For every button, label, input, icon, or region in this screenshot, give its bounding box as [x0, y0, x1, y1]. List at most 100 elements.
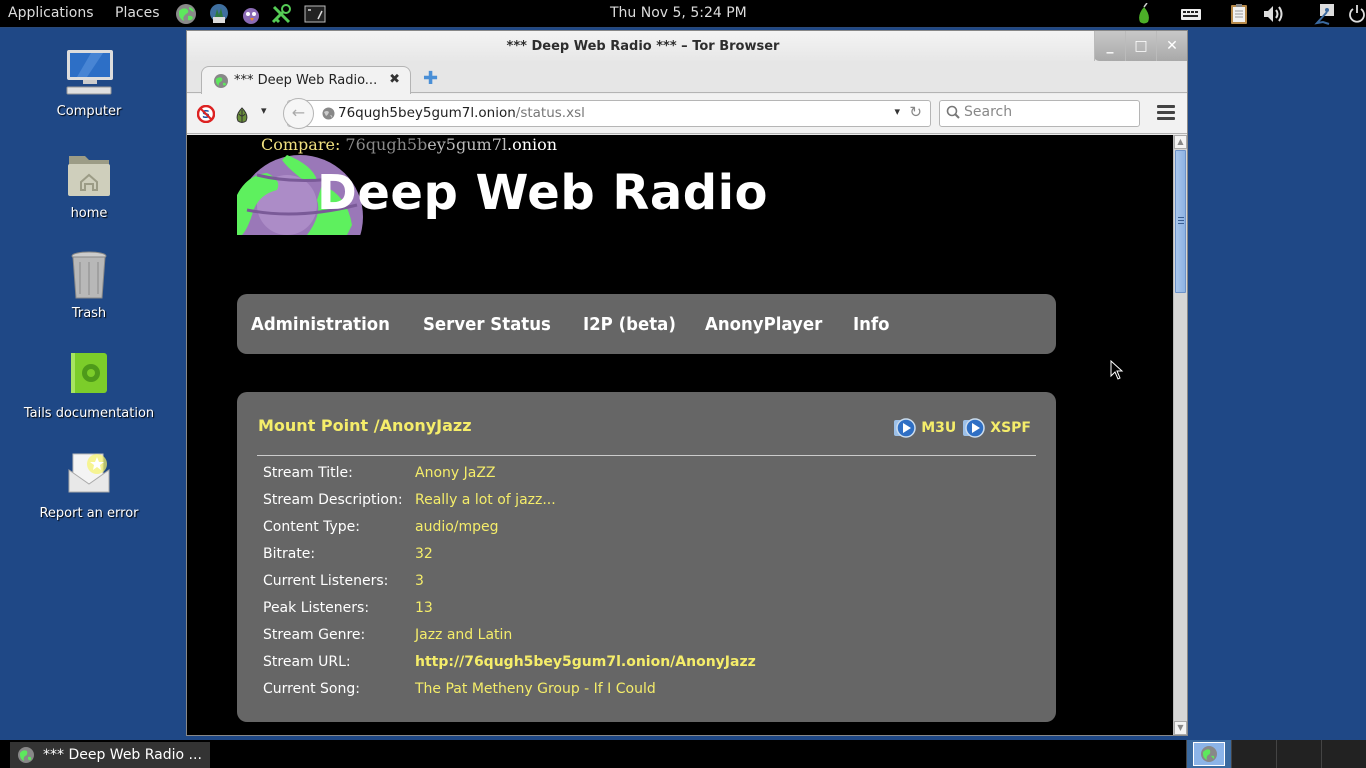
stat-key: Peak Listeners: — [263, 600, 370, 616]
nav-administration[interactable]: Administration — [251, 314, 390, 335]
navigation-toolbar: S ▾ ← 76qugh5bey5gum7l.onion/status.xsl … — [187, 94, 1187, 134]
stat-row-stream-title: Stream Title: Anony JaZZ — [263, 465, 756, 492]
url-host: 76qugh5bey5gum7l.onion — [338, 105, 516, 121]
workspace-3[interactable] — [1276, 740, 1321, 768]
tor-dropdown-icon[interactable]: ▾ — [261, 104, 267, 117]
tor-browser-icon — [1201, 746, 1217, 762]
nav-server-status[interactable]: Server Status — [423, 314, 551, 335]
desktop-icon-report-error[interactable]: Report an error — [0, 450, 178, 521]
stream-url-link[interactable]: http://76qugh5bey5gum7l.onion/AnonyJazz — [415, 654, 756, 681]
applications-menu[interactable]: Applications — [8, 0, 94, 27]
m3u-label: M3U — [921, 420, 957, 436]
url-bar[interactable]: 76qugh5bey5gum7l.onion/status.xsl ▾ ↻ — [287, 100, 931, 127]
stat-key: Content Type: — [263, 519, 361, 535]
terminal-icon[interactable] — [304, 3, 326, 25]
mount-point-title: Mount Point /AnonyJazz — [258, 416, 472, 435]
vertical-scrollbar[interactable]: ▲ ▼ — [1173, 135, 1187, 735]
title-bar[interactable]: *** Deep Web Radio *** – Tor Browser _ □… — [187, 31, 1187, 63]
desktop-icon-label: Computer — [56, 104, 122, 119]
compare-onion-address: Compare: 76qugh5bey5gum7l.onion — [261, 135, 557, 154]
stat-key: Stream Title: — [263, 465, 353, 481]
desktop-icon-computer[interactable]: Computer — [0, 48, 178, 119]
taskbar-item-browser[interactable]: *** Deep Web Radio ... — [10, 742, 210, 768]
places-menu[interactable]: Places — [115, 0, 160, 27]
stat-key: Stream Description: — [263, 492, 403, 508]
nav-i2p-beta[interactable]: I2P (beta) — [583, 314, 676, 335]
url-history-dropdown-icon[interactable]: ▾ — [894, 105, 900, 118]
nav-anonyplayer[interactable]: AnonyPlayer — [705, 314, 822, 335]
tor-browser-icon[interactable] — [175, 3, 197, 25]
trash-icon — [63, 250, 115, 302]
compare-part-1: 76qugh5b — [345, 135, 428, 154]
scroll-up-button[interactable]: ▲ — [1174, 135, 1187, 149]
workspace-4[interactable] — [1321, 740, 1366, 768]
site-title: Deep Web Radio — [317, 165, 769, 221]
stat-value: Jazz and Latin — [415, 627, 513, 643]
stat-value: audio/mpeg — [415, 519, 499, 535]
new-tab-button[interactable]: ✚ — [423, 68, 438, 89]
clipboard-icon[interactable] — [1228, 3, 1250, 25]
compare-part-2: ey5gum7l — [427, 135, 507, 154]
mount-point-panel: Mount Point /AnonyJazz M3U XSPF Stream T… — [237, 392, 1056, 722]
site-navigation: Administration Server Status I2P (beta) … — [237, 294, 1056, 354]
mail-client-icon[interactable] — [208, 3, 230, 25]
top-panel: Applications Places Thu Nov 5, 5:24 PM — [0, 0, 1366, 28]
maximize-button[interactable]: □ — [1125, 31, 1156, 61]
taskbar-item-label: *** Deep Web Radio ... — [43, 747, 202, 763]
close-window-button[interactable]: ✕ — [1156, 31, 1187, 61]
stat-value: 3 — [415, 573, 424, 589]
tor-button-icon[interactable] — [233, 104, 251, 124]
play-playlist-icon — [893, 418, 917, 438]
power-icon[interactable] — [1348, 3, 1366, 25]
tor-onion-icon[interactable] — [1133, 2, 1155, 25]
desktop-icon-trash[interactable]: Trash — [0, 250, 178, 321]
url-text[interactable]: 76qugh5bey5gum7l.onion/status.xsl — [338, 105, 585, 121]
stream-stats: Stream Title: Anony JaZZ Stream Descripti… — [263, 465, 756, 708]
mouse-cursor-icon — [1110, 360, 1124, 380]
search-icon — [946, 105, 960, 119]
m3u-link[interactable]: M3U — [893, 418, 956, 438]
stat-row-current-song: Current Song: The Pat Metheny Group - If … — [263, 681, 756, 708]
keepassx-icon[interactable] — [270, 3, 292, 25]
stat-value: 32 — [415, 546, 433, 562]
compare-label: Compare: — [261, 135, 346, 154]
playlist-links: M3U XSPF — [893, 418, 1031, 438]
stat-row-peak-listeners: Peak Listeners: 13 — [263, 600, 756, 627]
xspf-link[interactable]: XSPF — [962, 418, 1031, 438]
xspf-label: XSPF — [990, 420, 1031, 436]
keyboard-icon[interactable] — [1180, 3, 1202, 25]
workspace-2[interactable] — [1231, 740, 1276, 768]
scroll-down-button[interactable]: ▼ — [1174, 721, 1187, 735]
browser-tab[interactable]: *** Deep Web Radio... ✖ — [201, 66, 411, 94]
search-bar[interactable] — [939, 100, 1140, 127]
minimize-button[interactable]: _ — [1094, 31, 1125, 61]
close-tab-icon[interactable]: ✖ — [389, 72, 400, 87]
tab-label: *** Deep Web Radio... — [234, 73, 378, 88]
network-icon[interactable] — [1313, 3, 1335, 25]
back-button[interactable]: ← — [283, 98, 314, 129]
stat-value: Really a lot of jazz... — [415, 492, 556, 508]
desktop-icon-home[interactable]: home — [0, 150, 178, 221]
browser-window: *** Deep Web Radio *** – Tor Browser _ □… — [186, 30, 1188, 736]
search-input[interactable] — [964, 104, 1134, 120]
stat-row-bitrate: Bitrate: 32 — [263, 546, 756, 573]
nav-info[interactable]: Info — [853, 314, 890, 335]
workspace-1[interactable] — [1186, 740, 1231, 768]
noscript-icon[interactable]: S — [197, 105, 215, 123]
pidgin-icon[interactable] — [240, 3, 262, 25]
volume-icon[interactable] — [1262, 3, 1284, 25]
home-folder-icon — [63, 150, 115, 202]
site-identity-icon[interactable] — [322, 107, 335, 120]
window-title: *** Deep Web Radio *** – Tor Browser — [506, 39, 780, 54]
clock[interactable]: Thu Nov 5, 5:24 PM — [610, 0, 747, 27]
hamburger-menu-icon[interactable] — [1157, 105, 1175, 121]
stat-row-stream-genre: Stream Genre: Jazz and Latin — [263, 627, 756, 654]
reload-icon[interactable]: ↻ — [909, 103, 922, 121]
desktop-icon-tails-documentation[interactable]: Tails documentation — [0, 350, 178, 421]
stat-row-stream-description: Stream Description: Really a lot of jazz.… — [263, 492, 756, 519]
play-playlist-icon — [962, 418, 986, 438]
compare-part-3: .onion — [507, 135, 558, 154]
tab-bar: *** Deep Web Radio... ✖ ✚ — [187, 63, 1187, 94]
scrollbar-thumb[interactable] — [1175, 150, 1186, 293]
stat-key: Current Song: — [263, 681, 360, 697]
